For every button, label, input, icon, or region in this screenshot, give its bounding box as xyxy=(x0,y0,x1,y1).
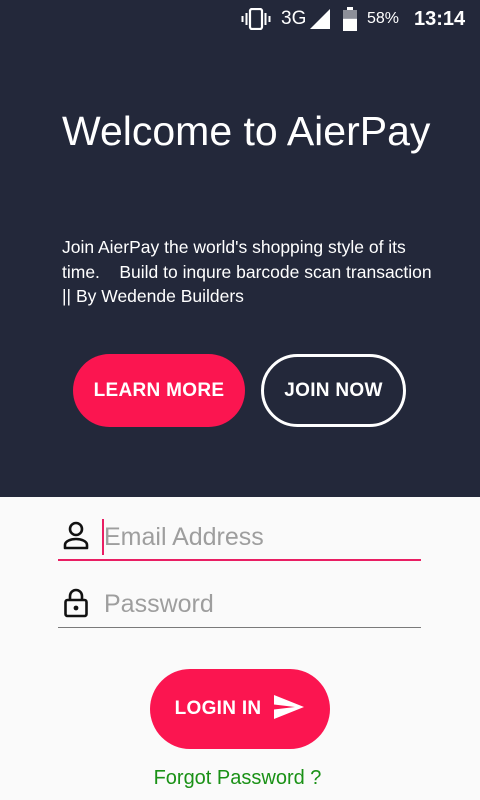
login-button-label: LOGIN IN xyxy=(174,698,262,719)
clock: 13:14 xyxy=(414,7,466,30)
person-icon xyxy=(62,521,90,551)
password-input[interactable] xyxy=(102,586,412,622)
login-button[interactable]: LOGIN IN xyxy=(150,669,330,749)
forgot-password-link[interactable]: Forgot Password ? xyxy=(0,767,475,790)
learn-more-button[interactable]: LEARN MORE xyxy=(73,354,245,427)
join-now-button[interactable]: JOIN NOW xyxy=(261,354,406,427)
lock-icon xyxy=(62,588,90,618)
network-type: 3G xyxy=(281,8,307,29)
welcome-title: Welcome to AierPay xyxy=(62,108,431,154)
signal-icon xyxy=(309,0,331,38)
status-bar: 3G 58% 13:14 xyxy=(0,0,480,38)
email-field[interactable] xyxy=(58,513,421,561)
battery-icon xyxy=(343,0,357,38)
battery-percent: 58% xyxy=(367,10,400,27)
vibrate-icon xyxy=(241,0,271,38)
password-field[interactable] xyxy=(58,580,421,628)
hero-section: 3G 58% 13:14 Welcome to AierPay Join Aie… xyxy=(0,0,480,497)
send-icon xyxy=(273,694,305,725)
email-input[interactable] xyxy=(102,519,412,555)
text-cursor xyxy=(102,519,104,555)
welcome-description: Join AierPay the world's shopping style … xyxy=(62,237,437,306)
